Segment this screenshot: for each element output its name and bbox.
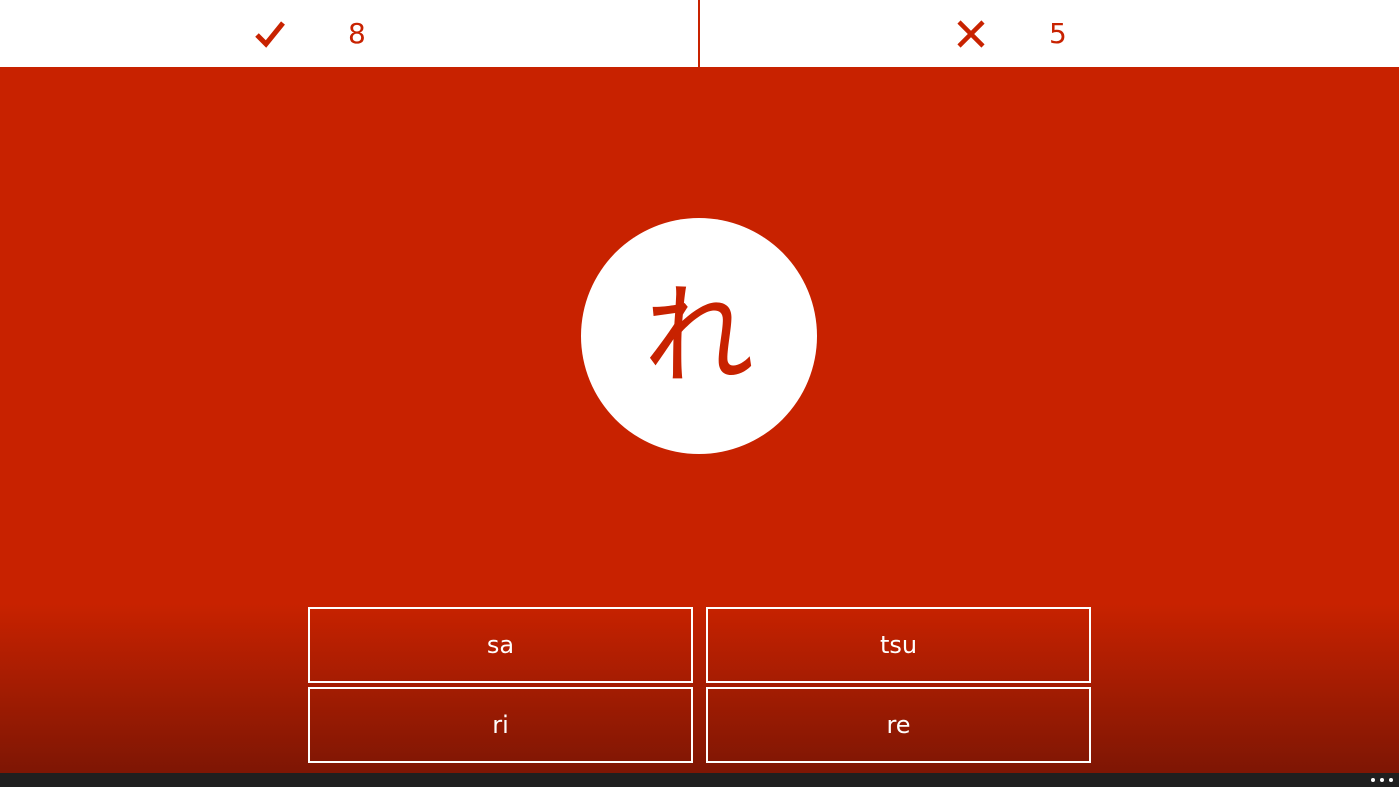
incorrect-count: 5 xyxy=(1049,17,1067,50)
more-icon[interactable] xyxy=(1371,775,1393,785)
correct-count: 8 xyxy=(348,17,366,50)
check-icon xyxy=(255,21,285,48)
incorrect-score: 5 xyxy=(700,0,1399,67)
correct-score: 8 xyxy=(0,0,699,67)
quiz-app: 8 5 れ sa tsu ri re xyxy=(0,0,1399,787)
answer-button-ri[interactable]: ri xyxy=(308,687,693,763)
answer-grid: sa tsu ri re xyxy=(308,607,1092,763)
more-dot xyxy=(1371,778,1375,782)
answer-button-re[interactable]: re xyxy=(706,687,1091,763)
character-card: れ xyxy=(581,218,817,454)
answer-button-sa[interactable]: sa xyxy=(308,607,693,683)
close-icon xyxy=(957,20,985,48)
app-bar xyxy=(0,773,1399,787)
score-bar: 8 5 xyxy=(0,0,1399,67)
more-dot xyxy=(1380,778,1384,782)
more-dot xyxy=(1389,778,1393,782)
kana-character: れ xyxy=(644,272,754,400)
quiz-area: れ sa tsu ri re xyxy=(0,67,1399,773)
answer-button-tsu[interactable]: tsu xyxy=(706,607,1091,683)
